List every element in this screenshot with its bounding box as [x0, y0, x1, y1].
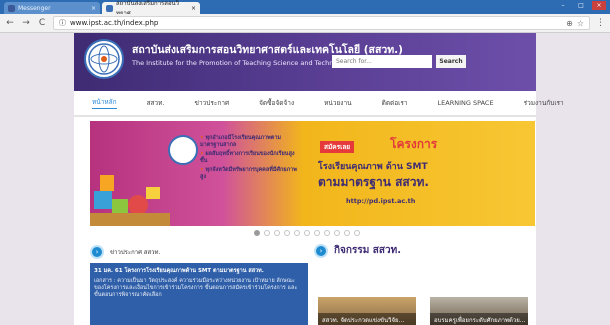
nav-item-contact[interactable]: ติดต่อเรา — [382, 98, 408, 108]
banner-goals: ทุกอำเภอมีโรงเรียนคุณภาพตามมาตรฐานสากล ผ… — [200, 135, 300, 183]
news-section-header: › ข่าวประกาศ สสวท. — [90, 245, 160, 259]
banner-ipst-logo — [168, 135, 198, 165]
info-icon[interactable]: ⓘ — [59, 18, 66, 28]
reload-icon[interactable]: C — [37, 18, 47, 28]
maximize-icon[interactable]: □ — [574, 1, 588, 10]
tab-close-icon[interactable]: × — [191, 5, 196, 12]
tab-ipst[interactable]: สถาบันส่งเสริมการสอนวิทยาศ... × — [102, 0, 200, 17]
forward-icon[interactable]: → — [21, 18, 31, 28]
tab-messenger[interactable]: Messenger × — [4, 2, 100, 14]
carousel-dot[interactable] — [254, 230, 260, 236]
search-input[interactable] — [332, 55, 432, 68]
browser-tabstrip: Messenger × สถาบันส่งเสริมการสอนวิทยาศ..… — [0, 0, 610, 17]
bookmark-star-icon[interactable]: ☆ — [577, 19, 584, 28]
carousel-dot[interactable] — [294, 230, 300, 236]
back-icon[interactable]: ← — [5, 18, 15, 28]
ipst-logo[interactable] — [84, 39, 124, 79]
apply-now-badge[interactable]: สมัครเลย — [320, 141, 355, 153]
ipst-favicon-icon — [106, 4, 113, 12]
carousel-dot[interactable] — [264, 230, 270, 236]
browser-toolbar: ← → C ⓘ www.ipst.ac.th/index.php ⊕ ☆ ⋮ — [0, 14, 610, 33]
banner-goal: ทุกอำเภอมีโรงเรียนคุณภาพตามมาตรฐานสากล — [200, 135, 300, 149]
nav-item-careers[interactable]: ร่วมงานกับเรา — [524, 98, 564, 108]
page-side-left — [0, 33, 74, 325]
zoom-icon[interactable]: ⊕ — [566, 19, 573, 28]
news-section-title[interactable]: ข่าวประกาศ สสวท. — [110, 247, 160, 257]
nav-item-home[interactable]: หน้าหลัก — [92, 97, 117, 109]
nav-item-ipst[interactable]: สสวท. — [147, 98, 165, 108]
banner-goal: ผลสัมฤทธิ์ทางการเรียนของนักเรียนสูงขึ้น — [200, 151, 300, 165]
close-icon[interactable]: × — [592, 1, 606, 10]
carousel-dots — [254, 230, 360, 236]
site-header: สถาบันส่งเสริมการสอนวิทยาศาสตร์และเทคโนโ… — [74, 33, 536, 91]
activity-photo[interactable]: สสวท. จัดประกวดแข่งขันวิจัย... — [318, 297, 416, 325]
minimize-icon[interactable]: – — [556, 1, 570, 10]
window-controls: – □ × — [556, 1, 606, 10]
page-viewport: สถาบันส่งเสริมการสอนวิทยาศาสตร์และเทคโนโ… — [0, 33, 610, 325]
banner-project-label: โครงการ — [390, 137, 438, 151]
activity-caption[interactable]: อบรมครูเพื่อยกระดับศักยภาพด้วย... — [430, 313, 528, 325]
arrow-circle-icon: › — [314, 243, 328, 258]
toy-blocks-illustration — [90, 175, 170, 226]
carousel-dot[interactable] — [274, 230, 280, 236]
nav-item-procurement[interactable]: จัดซื้อจัดจ้าง — [259, 98, 294, 108]
news-item[interactable]: 31 มค. 61 โครงการโรงเรียนคุณภาพด้าน SMT … — [90, 263, 308, 325]
activity-caption[interactable]: สสวท. จัดประกวดแข่งขันวิจัย... — [318, 313, 416, 325]
news-headline[interactable]: 31 มค. 61 โครงการโรงเรียนคุณภาพด้าน SMT … — [94, 267, 304, 275]
carousel-dot[interactable] — [284, 230, 290, 236]
news-body: เอกสาร : ความเป็นมา วัตถุประสงค์ ความร่ว… — [94, 278, 298, 298]
tab-label: Messenger — [18, 4, 51, 12]
arrow-circle-icon: › — [90, 245, 104, 259]
page-content: สถาบันส่งเสริมการสอนวิทยาศาสตร์และเทคโนโ… — [74, 33, 564, 325]
carousel-dot[interactable] — [304, 230, 310, 236]
main-nav: หน้าหลัก สสวท. ข่าวประกาศ จัดซื้อจัดจ้าง… — [74, 91, 564, 117]
banner-line-2: ตามมาตรฐาน สสวท. — [318, 175, 429, 189]
nav-item-departments[interactable]: หน่วยงาน — [324, 98, 351, 108]
search-button[interactable]: Search — [436, 55, 466, 68]
activities-section-header: › กิจกรรม สสวท. — [314, 243, 401, 258]
carousel-dot[interactable] — [334, 230, 340, 236]
page-side-right — [536, 33, 610, 325]
browser-menu-icon[interactable]: ⋮ — [596, 18, 605, 28]
carousel-dot[interactable] — [344, 230, 350, 236]
banner-url[interactable]: http://pd.ipst.ac.th — [346, 197, 415, 205]
nav-item-announcements[interactable]: ข่าวประกาศ — [195, 98, 230, 108]
carousel-dot[interactable] — [314, 230, 320, 236]
banner-line-1: โรงเรียนคุณภาพ ด้าน SMT — [318, 162, 428, 172]
nav-item-learning-space[interactable]: LEARNING SPACE — [438, 99, 494, 107]
carousel-dot[interactable] — [354, 230, 360, 236]
messenger-icon — [8, 4, 15, 12]
carousel-dot[interactable] — [324, 230, 330, 236]
hero-banner[interactable]: ทุกอำเภอมีโรงเรียนคุณภาพตามมาตรฐานสากล ผ… — [90, 121, 535, 226]
activities-section-title[interactable]: กิจกรรม สสวท. — [334, 243, 401, 258]
tab-close-icon[interactable]: × — [91, 5, 96, 12]
address-bar[interactable]: ⓘ www.ipst.ac.th/index.php ⊕ ☆ — [53, 16, 590, 30]
url-text[interactable]: www.ipst.ac.th/index.php — [70, 19, 158, 27]
activity-photo[interactable]: อบรมครูเพื่อยกระดับศักยภาพด้วย... — [430, 297, 528, 325]
banner-goal: ทุกจังหวัดมีทรัพยากรบุคคลที่มีศักยภาพสูง — [200, 167, 300, 181]
